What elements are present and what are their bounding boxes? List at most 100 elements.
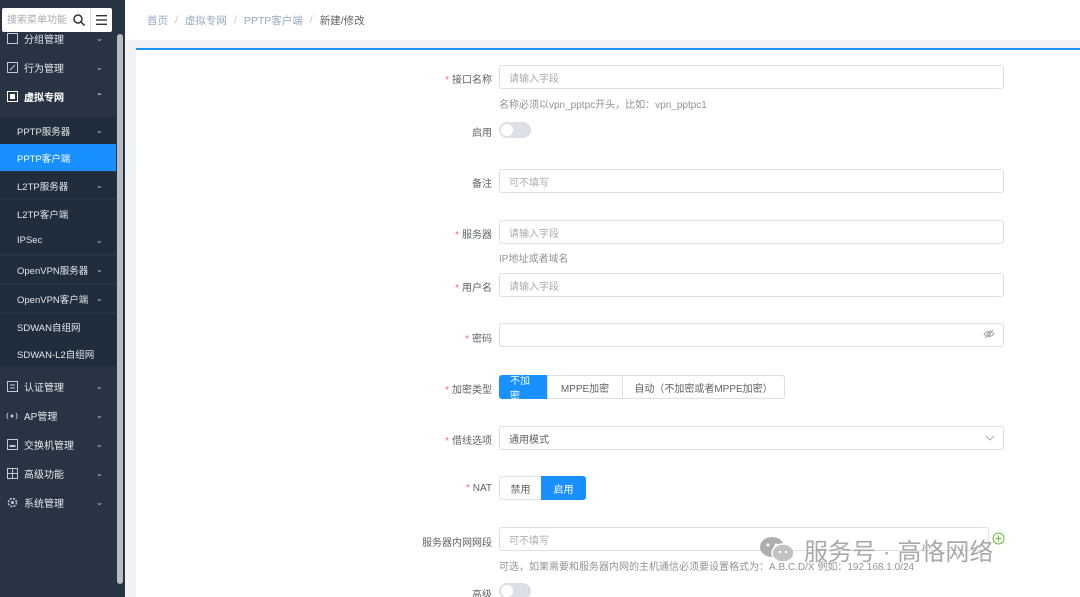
lan-segment-label: 服务器内网网段 <box>422 538 492 549</box>
chevron-down-icon: ⌄ <box>96 236 103 245</box>
breadcrumb-separator: / <box>309 14 313 26</box>
vpn-icon <box>6 90 18 102</box>
breadcrumb-separator: / <box>175 14 178 26</box>
advanced-icon <box>6 467 18 479</box>
breadcrumb-vpn[interactable]: 虚拟专网 <box>185 13 227 28</box>
interface-name-label: * 接口名称 <box>445 75 492 86</box>
watermark: 服务号 · 高恪网络 <box>758 532 993 567</box>
server-input[interactable]: 请输入字段 <box>499 220 1004 244</box>
chevron-down-icon: ⌄ <box>96 439 103 449</box>
nat-option-enable[interactable]: 启用 <box>541 476 586 500</box>
sidebar-item-l2tp-server[interactable]: L2TP服务器 ⌄ <box>0 172 116 199</box>
breadcrumb-home[interactable]: 首页 <box>147 13 168 28</box>
password-input[interactable] <box>499 323 1004 347</box>
nat-label: * NAT <box>465 483 492 494</box>
sidebar-item-openvpn-client[interactable]: OpenVPN客户端 ⌄ <box>0 285 116 312</box>
group-icon <box>6 32 18 44</box>
watermark-text: 服务号 · 高恪网络 <box>804 539 994 566</box>
chevron-down-icon: ⌄ <box>96 410 103 420</box>
encryption-option-mppe[interactable]: MPPE加密 <box>547 375 623 399</box>
encryption-radio-group: 不加密 MPPE加密 自动（不加密或者MPPE加密） <box>499 375 785 402</box>
server-hint: IP地址或者域名 <box>499 254 569 265</box>
sidebar-item-ipsec[interactable]: IPSec ⌄ <box>0 227 116 254</box>
nav-item-label: 行为管理 <box>24 63 64 75</box>
nav-item-switch[interactable]: 交换机管理 ⌄ <box>0 430 116 458</box>
sub-item-label: L2TP服务器 <box>17 181 69 193</box>
chevron-down-icon: ⌄ <box>96 265 103 274</box>
line-option-value: 通用模式 <box>509 434 549 446</box>
sidebar-item-openvpn-server[interactable]: OpenVPN服务器 ⌄ <box>0 256 116 283</box>
breadcrumb-current: 新建/修改 <box>319 14 365 27</box>
chevron-down-icon: ⌄ <box>96 181 103 190</box>
remark-input[interactable]: 可不填写 <box>499 169 1004 193</box>
nav-item-label: 认证管理 <box>24 382 64 394</box>
sidebar-scrollbar[interactable] <box>117 34 123 584</box>
encryption-label: * 加密类型 <box>445 385 492 396</box>
sidebar-item-sdwan-l2[interactable]: SDWAN-L2自组网 <box>0 340 116 367</box>
advanced-toggle[interactable] <box>499 583 531 597</box>
interface-name-hint: 名称必须以vpn_pptpc开头，比如：vpn_pptpc1 <box>499 100 707 111</box>
ap-icon <box>6 409 18 421</box>
wechat-logo-icon <box>758 535 796 565</box>
chevron-down-icon: ⌄ <box>96 62 103 72</box>
password-label: * 密码 <box>465 334 492 345</box>
form-panel: * 接口名称 请输入字段 名称必须以vpn_pptpc开头，比如：vpn_pptp… <box>136 48 1080 597</box>
add-circle-icon[interactable] <box>992 532 1005 548</box>
nav-item-auth[interactable]: 认证管理 ⌄ <box>0 372 116 400</box>
encryption-option-none[interactable]: 不加密 <box>499 375 548 402</box>
chevron-up-icon: ⌃ <box>96 91 103 101</box>
nav-item-advanced[interactable]: 高级功能 ⌄ <box>0 459 116 487</box>
nav-item-label: 虚拟专网 <box>24 92 64 104</box>
nav-item-group[interactable]: 分组管理 ⌄ <box>0 24 116 52</box>
sub-item-label: PPTP客户端 <box>17 153 71 165</box>
nat-option-disable[interactable]: 禁用 <box>499 476 542 500</box>
breadcrumb: 首页 / 虚拟专网 / PPTP客户端 / 新建/修改 <box>125 0 1080 40</box>
encryption-option-auto[interactable]: 自动（不加密或者MPPE加密） <box>622 375 785 399</box>
sidebar-item-pptp-server[interactable]: PPTP服务器 ⌄ <box>0 117 116 144</box>
chevron-down-icon: ⌄ <box>96 497 103 507</box>
nav-item-system[interactable]: 系统管理 ⌄ <box>0 488 116 516</box>
breadcrumb-pptp-client[interactable]: PPTP客户端 <box>244 13 303 28</box>
sub-item-label: L2TP客户端 <box>17 209 69 221</box>
behavior-icon <box>6 61 18 73</box>
enable-toggle[interactable] <box>499 122 531 138</box>
sub-item-label: IPSec <box>17 235 43 246</box>
nav-item-label: 分组管理 <box>24 34 64 46</box>
chevron-down-icon <box>985 433 995 444</box>
nav-item-vpn[interactable]: 虚拟专网 ⌃ <box>0 82 116 110</box>
enable-label: 启用 <box>472 128 492 139</box>
sidebar-item-sdwan[interactable]: SDWAN自组网 <box>0 313 116 340</box>
nav-item-behavior[interactable]: 行为管理 ⌄ <box>0 53 116 81</box>
nav-item-label: 交换机管理 <box>24 440 74 452</box>
nav-item-label: AP管理 <box>24 411 58 423</box>
username-label: * 用户名 <box>455 283 492 294</box>
interface-name-input[interactable]: 请输入字段 <box>499 65 1004 89</box>
gear-icon <box>6 496 18 508</box>
eye-off-icon[interactable] <box>983 329 995 342</box>
switch-icon <box>6 438 18 450</box>
sub-item-label: OpenVPN客户端 <box>17 294 89 306</box>
server-label: * 服务器 <box>455 230 492 241</box>
auth-icon <box>6 380 18 392</box>
sub-item-label: SDWAN-L2自组网 <box>17 349 95 361</box>
chevron-down-icon: ⌄ <box>96 126 103 135</box>
chevron-down-icon: ⌄ <box>96 294 103 303</box>
remark-label: 备注 <box>472 179 492 190</box>
chevron-down-icon: ⌄ <box>96 33 103 43</box>
sub-item-label: PPTP服务器 <box>17 126 71 138</box>
breadcrumb-separator: / <box>233 14 237 26</box>
sidebar: 分组管理 ⌄ 行为管理 ⌄ 虚拟专网 ⌃ PPTP服务器 ⌄ PPTP客户端 L… <box>0 0 125 597</box>
advanced-label: 高级 <box>472 590 492 597</box>
sub-item-label: OpenVPN服务器 <box>17 265 89 277</box>
sub-item-label: SDWAN自组网 <box>17 322 81 334</box>
chevron-down-icon: ⌄ <box>96 381 103 391</box>
sidebar-item-l2tp-client[interactable]: L2TP客户端 <box>0 200 116 227</box>
sidebar-item-pptp-client[interactable]: PPTP客户端 <box>0 144 116 171</box>
nav-item-ap[interactable]: AP管理 ⌄ <box>0 401 116 429</box>
line-option-select[interactable]: 通用模式 <box>499 426 1004 450</box>
nat-radio-group: 禁用 启用 <box>499 476 586 500</box>
username-input[interactable]: 请输入字段 <box>499 273 1004 297</box>
chevron-down-icon: ⌄ <box>96 468 103 478</box>
nav-item-label: 高级功能 <box>24 469 64 481</box>
nav-item-label: 系统管理 <box>24 498 64 510</box>
